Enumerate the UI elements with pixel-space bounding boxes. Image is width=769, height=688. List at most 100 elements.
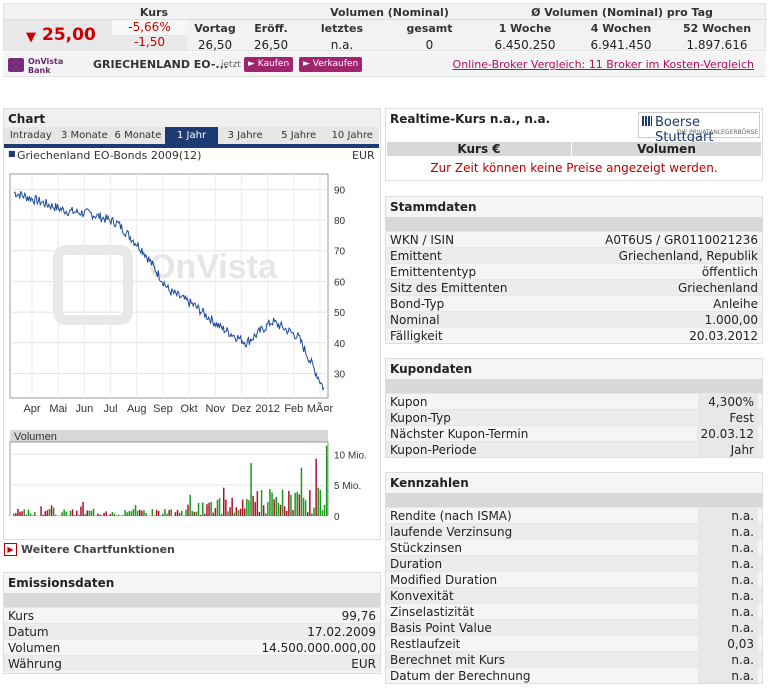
volume-bar	[15, 513, 17, 516]
volume-chart[interactable]: Volumen 10 Mio. 5 Mio. 0	[4, 428, 380, 523]
price-chart[interactable]: 90 80 70 60 50 40 30 Apr Mai Jun Jul Aug Sep Okt Nov De…	[4, 160, 380, 420]
vortag-header: Vortag	[194, 22, 236, 35]
volume-bar	[296, 491, 298, 516]
volume-bar	[90, 510, 93, 516]
row-label: WKN / ISIN	[390, 233, 455, 247]
wochen4-value: 6.941.450	[590, 38, 652, 52]
volume-bar	[21, 511, 23, 516]
volume-bar	[250, 463, 252, 516]
volume-bar	[290, 494, 292, 516]
row-value: n.a.	[698, 620, 758, 635]
data-row: Stückzinsen n.a.	[386, 539, 762, 555]
volume-bar	[130, 511, 133, 516]
wochen52-value: 1.897.616	[686, 38, 748, 52]
woche1-header: 1 Woche	[498, 22, 552, 35]
tab-10-jahre[interactable]: 10 Jahre	[325, 127, 379, 144]
tab-3-jahre[interactable]: 3 Jahre	[218, 127, 272, 144]
volume-bar	[309, 490, 311, 516]
data-row: Rendite (nach ISMA) n.a.	[386, 507, 762, 523]
x-tick-label: Feb	[284, 403, 303, 415]
broker-compare-link[interactable]: Online-Broker Vergleich: 11 Broker im Ko…	[453, 58, 754, 71]
row-label: Zinselastizität	[390, 605, 475, 619]
quote-header: Kurs Volumen (Nominal) Ø Volumen (Nomina…	[3, 3, 767, 52]
volume-bar	[292, 510, 294, 516]
volume-bar	[63, 509, 65, 516]
data-row: Volumen 14.500.000.000,00	[4, 639, 380, 655]
row-value: Anleihe	[713, 297, 758, 311]
volume-bar	[73, 515, 76, 516]
row-label: Restlaufzeit	[390, 637, 461, 651]
volume-bar	[80, 506, 82, 516]
volume-bar	[115, 515, 118, 516]
row-value: n.a.	[698, 572, 758, 587]
stammdaten-title: Stammdaten	[390, 200, 477, 214]
volume-bar	[46, 510, 49, 516]
kennzahlen-title: Kennzahlen	[390, 476, 469, 490]
volume-bar	[233, 512, 235, 516]
buy-button[interactable]: ► Kaufen	[244, 57, 294, 72]
data-row: Datum 17.02.2009	[4, 623, 380, 639]
row-label: Basis Point Value	[390, 621, 492, 635]
onvista-bank-logo[interactable]: OnVista Bank	[8, 55, 63, 75]
row-value: n.a.	[698, 524, 758, 539]
vortag-value: 26,50	[197, 38, 233, 52]
volume-bar	[124, 510, 126, 516]
row-label: Emittententyp	[390, 265, 477, 279]
buy-label: Kaufen	[257, 59, 290, 69]
row-value: n.a.	[698, 668, 758, 683]
volume-bar	[174, 512, 177, 516]
tab-5-jahre[interactable]: 5 Jahre	[272, 127, 326, 144]
volume-bar	[31, 515, 34, 516]
volume-bar	[235, 507, 238, 516]
row-label: Datum	[8, 625, 49, 639]
volume-bar	[25, 514, 28, 516]
volume-bar	[122, 515, 124, 516]
data-row: Kupon-Periode Jahr	[386, 441, 762, 457]
tab-6-monate[interactable]: 6 Monate	[111, 127, 165, 144]
x-tick-label: 2012	[255, 403, 279, 415]
row-value: 17.02.2009	[307, 625, 376, 639]
x-tick-label: Mai	[49, 403, 67, 415]
volume-bar	[82, 501, 84, 516]
row-label: Volumen	[8, 641, 61, 655]
volume-bar	[157, 510, 160, 516]
volume-bar	[256, 491, 259, 516]
play-icon[interactable]: ▶	[4, 543, 17, 556]
data-row: Emittententyp öffentlich	[386, 263, 762, 279]
volume-bar	[286, 510, 288, 516]
kennzahlen-panel: Kennzahlen Rendite (nach ISMA) n.a. laufen…	[385, 472, 763, 684]
row-value: öffentlich	[701, 265, 758, 279]
data-row: Emittent Griechenland, Republik	[386, 247, 762, 263]
volume-bar	[216, 499, 219, 516]
tab-intraday[interactable]: Intraday	[4, 127, 58, 144]
row-value: 20.03.12	[696, 426, 758, 441]
volume-bar	[55, 514, 57, 516]
volume-bar	[283, 506, 286, 516]
volume-bar	[103, 512, 105, 516]
legend-square-icon: ■	[8, 149, 16, 158]
volume-bar	[29, 513, 32, 516]
tab-1-jahr[interactable]: 1 Jahr	[164, 127, 219, 144]
down-arrow-icon: ▼	[26, 30, 36, 45]
row-value: n.a.	[698, 508, 758, 523]
data-row: WKN / ISIN A0T6US / GR0110021236	[386, 231, 762, 247]
tab-3-monate[interactable]: 3 Monate	[58, 127, 112, 144]
volume-bar	[99, 514, 101, 516]
volume-bar	[325, 445, 328, 516]
x-tick-label: Jun	[75, 403, 93, 415]
sell-button[interactable]: ► Verkaufen	[299, 57, 363, 72]
volume-bar	[111, 512, 114, 516]
emission-title: Emissionsdaten	[8, 576, 115, 590]
volume-bar	[254, 501, 256, 516]
volume-bar	[88, 510, 91, 516]
volume-bar	[246, 498, 248, 516]
letztes-header: letztes	[320, 22, 364, 35]
kurs-col-header: Kurs €	[387, 142, 572, 156]
more-chart-functions-link[interactable]: Weitere Chartfunktionen	[21, 543, 175, 556]
volume-bar	[307, 512, 309, 516]
emission-panel: Emissionsdaten Kurs 99,76 Datum 17.02.2009 V…	[3, 572, 381, 674]
volume-bar	[300, 467, 303, 516]
wochen4-header: 4 Wochen	[590, 22, 652, 35]
row-label: Währung	[8, 657, 62, 671]
volume-bar	[118, 514, 120, 516]
